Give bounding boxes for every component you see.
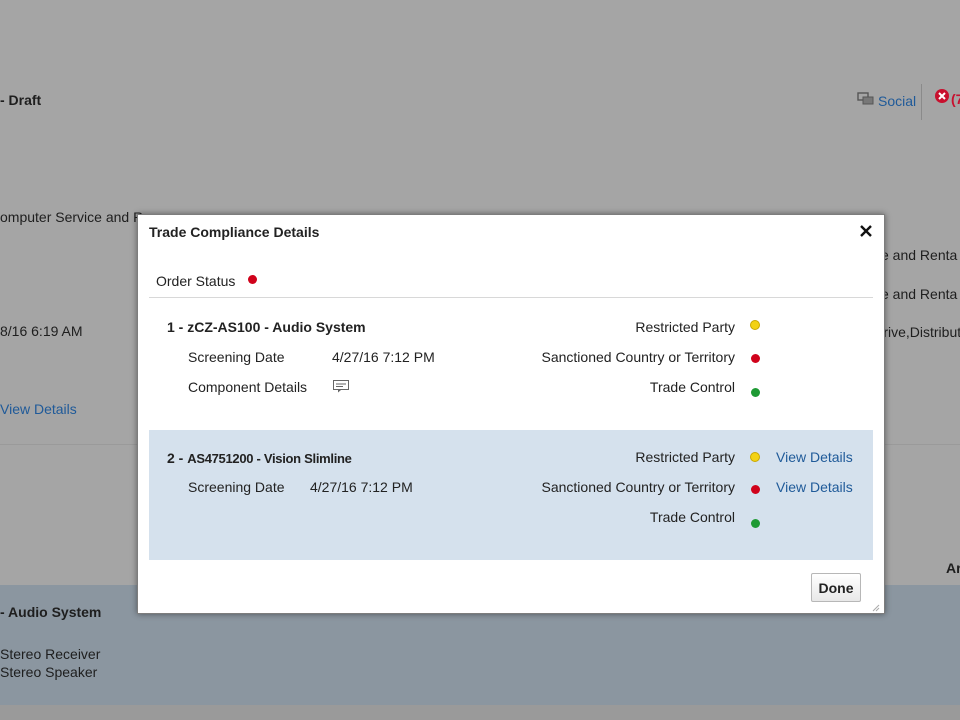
sanctioned-country-status — [751, 485, 760, 494]
trade-control-label: Trade Control — [649, 509, 735, 525]
dialog-title: Trade Compliance Details — [149, 224, 320, 240]
restricted-party-label: Restricted Party — [635, 449, 735, 465]
sanctioned-country-label: Sanctioned Country or Territory — [541, 349, 736, 365]
customer-fragment: omputer Service and Re — [0, 209, 151, 225]
restricted-party-status — [750, 452, 760, 462]
trade-control-label: Trade Control — [649, 379, 735, 395]
restricted-party-view-details-link[interactable]: View Details — [776, 449, 853, 465]
social-link[interactable]: Social — [857, 91, 917, 111]
restricted-party-label: Restricted Party — [635, 319, 735, 335]
right-fragment-3: Prive,Distribut — [874, 324, 960, 340]
error-indicator[interactable]: (7 — [934, 88, 960, 109]
header-separator — [921, 84, 922, 120]
error-icon — [934, 88, 950, 109]
component-details-label: Component Details — [188, 379, 308, 395]
item-number: 2 - — [167, 450, 184, 466]
sanctioned-country-status — [751, 354, 760, 363]
trade-control-status — [751, 519, 760, 528]
item-name: AS4751200 - Vision Slimline — [187, 451, 352, 466]
screening-date-value: 4/27/16 7:12 PM — [310, 479, 413, 495]
restricted-party-status — [750, 320, 760, 330]
screening-date-label: Screening Date — [188, 479, 285, 495]
trade-control-status — [751, 388, 760, 397]
view-details-link[interactable]: View Details — [0, 401, 77, 417]
order-status-indicator — [248, 275, 257, 284]
screening-date-value: 4/27/16 7:12 PM — [332, 349, 435, 365]
right-header-fragment: Ar — [946, 560, 960, 576]
date-fragment: 8/16 6:19 AM — [0, 323, 83, 339]
trade-compliance-dialog: Trade Compliance Details Order Status 1 … — [137, 214, 885, 614]
sanctioned-country-label: Sanctioned Country or Territory — [541, 479, 736, 495]
right-fragment-1: ce and Renta — [874, 247, 958, 263]
sanctioned-country-view-details-link[interactable]: View Details — [776, 479, 853, 495]
background-footer — [0, 705, 960, 720]
resize-grip-icon[interactable] — [870, 599, 880, 612]
item-heading: 1 - zCZ-AS100 - Audio System — [167, 319, 366, 335]
social-label: Social — [878, 93, 917, 109]
done-button[interactable]: Done — [811, 573, 861, 602]
line-item-title: - Audio System — [0, 604, 102, 620]
component-details-icon[interactable] — [333, 380, 349, 393]
screening-date-label: Screening Date — [188, 349, 285, 365]
line-item-component-1: Stereo Receiver — [0, 646, 101, 662]
line-item-component-2: Stereo Speaker — [0, 664, 98, 680]
dialog-divider — [149, 297, 873, 298]
page-title-fragment: - Draft — [0, 92, 42, 108]
social-icon — [857, 91, 875, 111]
right-fragment-2: ce and Renta — [874, 286, 958, 302]
order-status-label: Order Status — [156, 273, 236, 289]
error-count-fragment: (7 — [951, 90, 960, 107]
item-heading: 2 - AS4751200 - Vision Slimline — [167, 450, 352, 466]
close-icon[interactable] — [860, 221, 872, 242]
